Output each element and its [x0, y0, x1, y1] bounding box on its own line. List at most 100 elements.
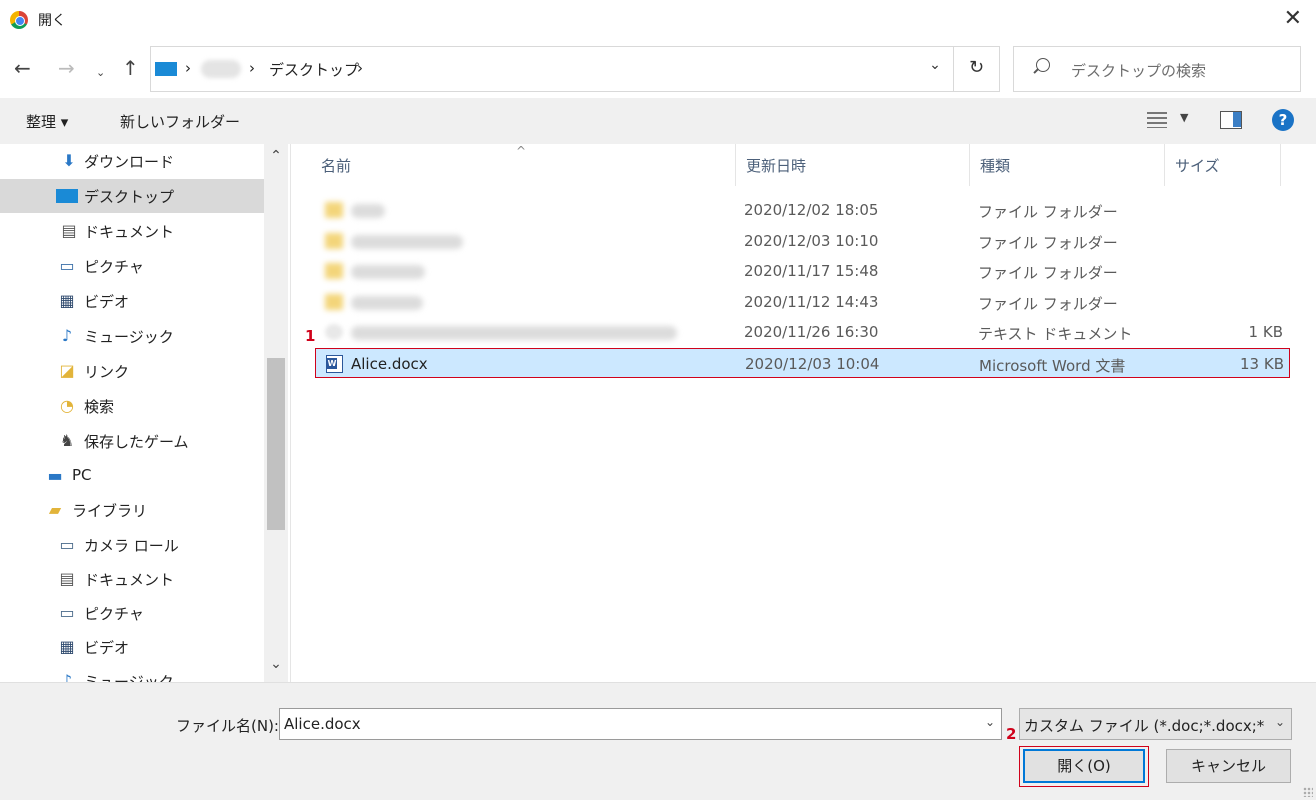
resize-grip-icon[interactable]	[1303, 787, 1313, 797]
file-type: ファイル フォルダー	[978, 264, 1118, 282]
filename-dropdown-icon[interactable]: ⌄	[985, 715, 995, 729]
address-divider	[953, 47, 954, 91]
breadcrumb-desktop[interactable]: デスクトップ	[269, 59, 359, 80]
column-separator[interactable]	[1164, 144, 1165, 186]
up-arrow-icon[interactable]: ↑	[122, 55, 139, 81]
file-row[interactable]: 2020/12/03 10:10 ファイル フォルダー	[315, 226, 1290, 256]
file-row[interactable]: 2020/11/12 14:43 ファイル フォルダー	[315, 287, 1290, 317]
file-row[interactable]: 2020/12/02 18:05 ファイル フォルダー	[315, 195, 1290, 225]
close-icon[interactable]: ✕	[1284, 6, 1302, 32]
nav-item-label: 保存したゲーム	[84, 433, 189, 451]
view-dropdown-icon[interactable]: ▼	[1180, 111, 1188, 124]
column-separator[interactable]	[1280, 144, 1281, 186]
nav-item-label: デスクトップ	[84, 188, 175, 206]
dialog-footer: ファイル名(N): Alice.docx ⌄ カスタム ファイル (*.doc;…	[0, 682, 1316, 800]
music-icon: ♪	[61, 671, 73, 683]
forward-arrow-icon[interactable]: →	[58, 55, 75, 81]
filename-input[interactable]: Alice.docx ⌄	[279, 708, 1002, 740]
nav-item-label: ビデオ	[84, 639, 130, 657]
nav-item-label: ダウンロード	[84, 153, 175, 171]
column-header-name[interactable]: 名前	[321, 144, 351, 186]
refresh-icon[interactable]: ↻	[969, 57, 984, 78]
filename-value: Alice.docx	[284, 715, 361, 733]
nav-item-links[interactable]: ◪ リンク	[0, 354, 264, 388]
nav-item-label: ピクチャ	[84, 258, 144, 276]
file-name-redacted	[351, 204, 385, 218]
nav-item-label: ドキュメント	[84, 571, 175, 589]
column-header-type[interactable]: 種類	[980, 144, 1010, 186]
file-type: ファイル フォルダー	[978, 203, 1118, 221]
breadcrumb-user[interactable]	[201, 60, 241, 78]
search-placeholder: デスクトップの検索	[1071, 62, 1207, 80]
column-header-date[interactable]: 更新日時	[746, 144, 806, 186]
nav-scrollbar[interactable]: ⌃ ⌄	[264, 144, 288, 682]
scroll-thumb[interactable]	[267, 358, 285, 530]
file-date: 2020/11/26 16:30	[744, 323, 879, 341]
preview-pane-icon[interactable]	[1220, 111, 1242, 129]
column-header-size[interactable]: サイズ	[1175, 144, 1220, 186]
nav-item-searches[interactable]: ◔ 検索	[0, 389, 264, 423]
nav-item-library-pictures[interactable]: ▭ ピクチャ	[0, 596, 264, 630]
nav-item-label: リンク	[84, 363, 130, 381]
nav-item-library[interactable]: ▰ ライブラリ	[0, 493, 264, 527]
cancel-button[interactable]: キャンセル	[1166, 749, 1291, 783]
address-dropdown-icon[interactable]: ⌄	[921, 57, 949, 73]
help-icon[interactable]: ?	[1272, 109, 1294, 131]
callout-number-2: 2	[1006, 725, 1017, 743]
new-folder-button[interactable]: 新しいフォルダー	[120, 111, 240, 132]
file-type: Microsoft Word 文書	[979, 357, 1126, 375]
nav-item-music[interactable]: ♪ ミュージック	[0, 319, 264, 353]
nav-item-documents[interactable]: ▤ ドキュメント	[0, 214, 264, 248]
file-type: ファイル フォルダー	[978, 234, 1118, 252]
view-options-icon[interactable]	[1147, 112, 1167, 128]
file-date: 2020/12/03 10:04	[745, 355, 880, 373]
nav-item-label: ビデオ	[84, 293, 130, 311]
file-row-selected[interactable]: Alice.docx 2020/12/03 10:04 Microsoft Wo…	[315, 348, 1290, 378]
file-row[interactable]: 2020/11/17 15:48 ファイル フォルダー	[315, 256, 1290, 286]
desktop-icon	[56, 189, 78, 203]
search-input[interactable]: デスクトップの検索	[1013, 46, 1301, 92]
column-separator[interactable]	[735, 144, 736, 186]
nav-item-library-videos[interactable]: ▦ ビデオ	[0, 630, 264, 664]
word-document-icon	[326, 355, 343, 373]
nav-item-saved-games[interactable]: ♞ 保存したゲーム	[0, 424, 264, 458]
nav-item-desktop[interactable]: デスクトップ	[0, 179, 264, 213]
scroll-down-icon[interactable]: ⌄	[264, 656, 288, 672]
scroll-up-icon[interactable]: ⌃	[264, 148, 288, 164]
breadcrumb-separator-icon[interactable]: ›	[249, 59, 255, 77]
back-arrow-icon[interactable]: ←	[14, 55, 31, 81]
nav-item-videos[interactable]: ▦ ビデオ	[0, 284, 264, 318]
file-size: 1 KB	[1248, 323, 1283, 341]
file-name-redacted	[351, 265, 425, 279]
file-date: 2020/12/03 10:10	[744, 232, 879, 250]
documents-icon: ▤	[61, 221, 77, 240]
nav-item-camera-roll[interactable]: ▭ カメラ ロール	[0, 528, 264, 562]
file-row[interactable]: 2020/11/26 16:30 テキスト ドキュメント 1 KB	[315, 317, 1290, 347]
file-type-filter-select[interactable]: カスタム ファイル (*.doc;*.docx;*.pptx) ⌄	[1019, 708, 1292, 740]
recent-locations-chevron-icon[interactable]: ⌄	[96, 60, 105, 86]
address-bar[interactable]: › › デスクトップ › ⌄ ↻	[150, 46, 1000, 92]
text-file-icon	[325, 324, 343, 340]
nav-item-downloads[interactable]: ⬇ ダウンロード	[0, 144, 264, 178]
nav-item-pc[interactable]: ▬ PC	[0, 459, 264, 493]
nav-item-library-music[interactable]: ♪ ミュージック	[0, 664, 264, 683]
nav-item-pictures[interactable]: ▭ ピクチャ	[0, 249, 264, 283]
file-type-filter-value: カスタム ファイル (*.doc;*.docx;*.pptx)	[1024, 717, 1264, 735]
file-type: ファイル フォルダー	[978, 295, 1118, 313]
links-icon: ◪	[59, 361, 75, 380]
organize-menu-button[interactable]: 整理 ▾	[26, 111, 68, 132]
saved-games-icon: ♞	[59, 431, 75, 450]
nav-item-label: ピクチャ	[84, 605, 144, 623]
open-button[interactable]: 開く(O)	[1023, 749, 1145, 783]
filter-dropdown-icon[interactable]: ⌄	[1274, 715, 1285, 729]
command-toolbar: 整理 ▾ 新しいフォルダー ▼ ?	[0, 98, 1316, 144]
breadcrumb-separator-icon[interactable]: ›	[357, 59, 363, 77]
nav-item-library-documents[interactable]: ▤ ドキュメント	[0, 562, 264, 596]
folder-icon	[325, 294, 343, 310]
breadcrumb-separator-icon[interactable]: ›	[185, 59, 191, 77]
column-separator[interactable]	[969, 144, 970, 186]
nav-item-label: ミュージック	[84, 328, 174, 346]
documents-icon: ▤	[59, 569, 75, 588]
pictures-icon: ▭	[59, 256, 75, 275]
nav-item-label: カメラ ロール	[84, 537, 179, 555]
